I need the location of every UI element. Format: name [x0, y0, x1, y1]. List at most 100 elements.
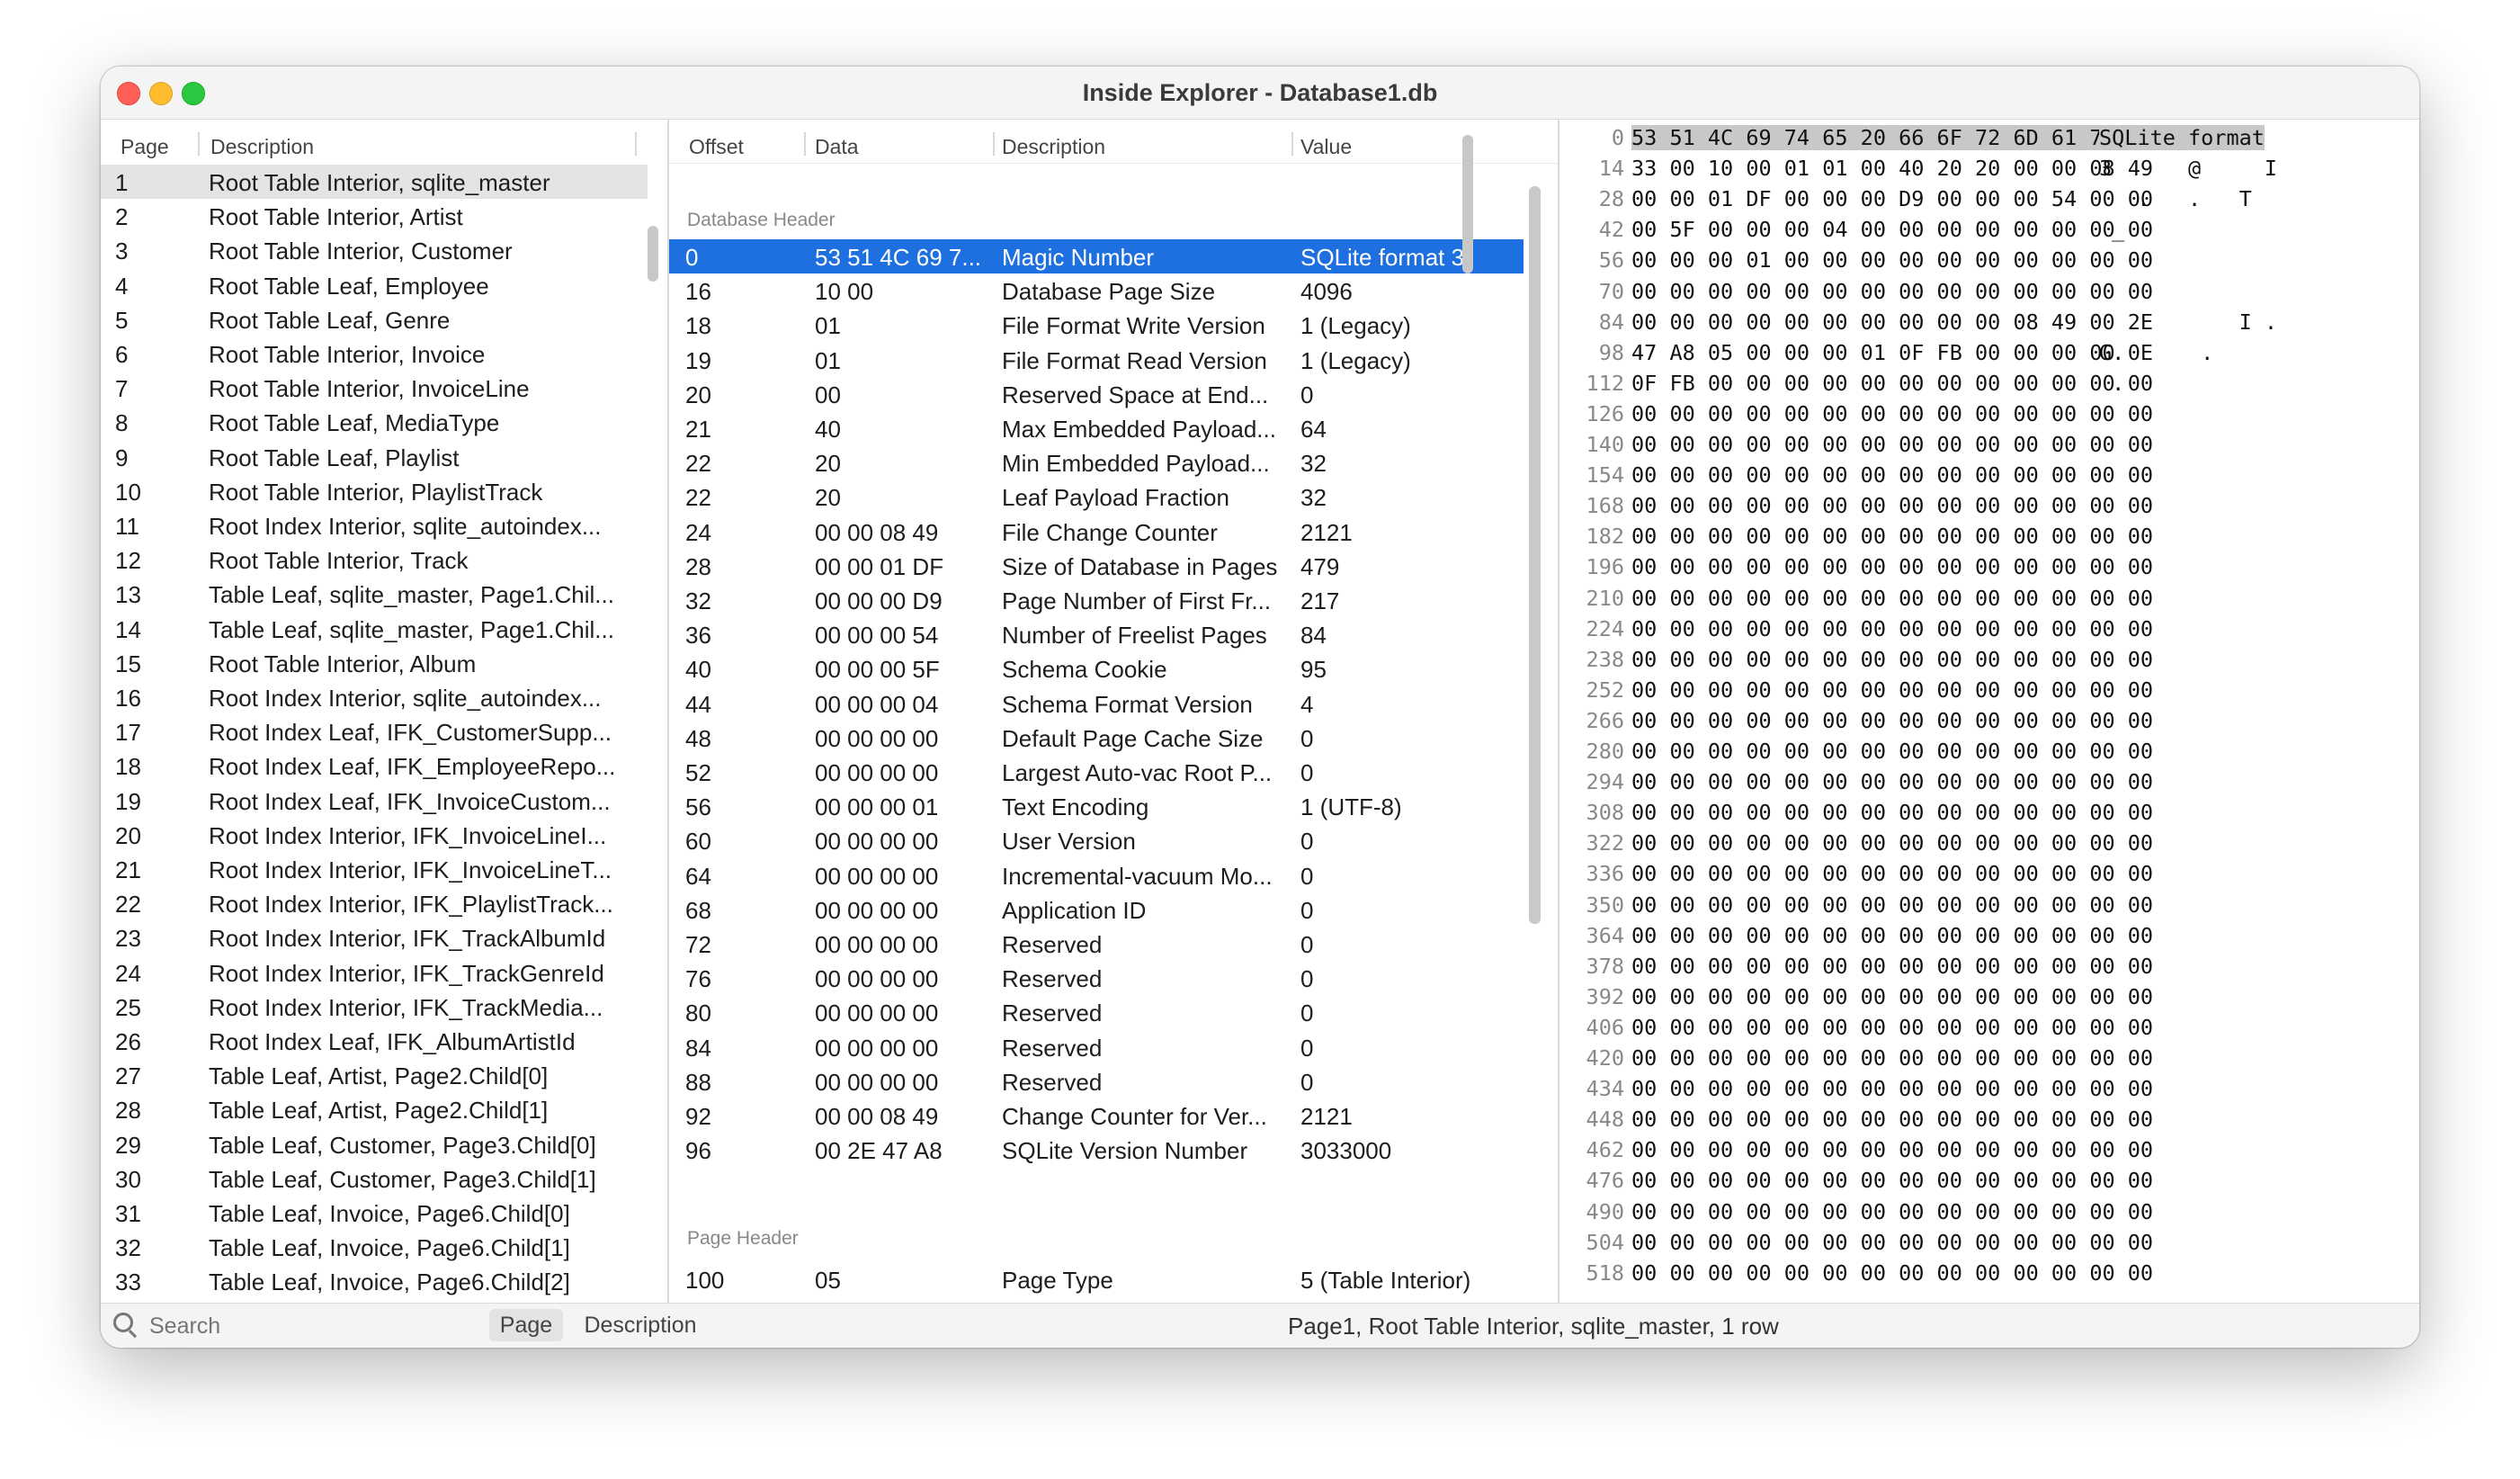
page-row[interactable]: 3 Root Table Interior, Customer	[101, 233, 648, 267]
page-row[interactable]: 8 Root Table Leaf, MediaType	[101, 405, 648, 439]
column-divider[interactable]	[198, 132, 200, 156]
page-row[interactable]: 6 Root Table Interior, Invoice	[101, 336, 648, 371]
hex-bytes[interactable]: 47 A8 05 00 00 00 01 0F FB 00 00 00 00 0…	[1631, 340, 2153, 365]
hex-ascii[interactable]: . . T	[2099, 186, 2251, 211]
page-row[interactable]: 4 Root Table Leaf, Employee	[101, 268, 648, 302]
page-row[interactable]: 28 Table Leaf, Artist, Page2.Child[1]	[101, 1092, 648, 1126]
field-row[interactable]: 22 20 Leaf Payload Fraction 32	[669, 480, 1524, 514]
page-row[interactable]: 10 Root Table Interior, PlaylistTrack	[101, 474, 648, 508]
page-row[interactable]: 33 Table Leaf, Invoice, Page6.Child[2]	[101, 1264, 648, 1298]
hex-bytes[interactable]: 00 00 00 00 00 00 00 00 00 00 00 00 00 0…	[1631, 1199, 2153, 1224]
hex-bytes[interactable]: 00 00 00 00 00 00 00 00 00 00 00 00 00 0…	[1631, 279, 2153, 304]
hex-bytes[interactable]: 00 00 00 00 00 00 00 00 00 00 00 00 00 0…	[1631, 1107, 2153, 1132]
page-row[interactable]: 18 Root Index Leaf, IFK_EmployeeRepo...	[101, 748, 648, 783]
field-row[interactable]: 80 00 00 00 00 Reserved 0	[669, 995, 1524, 1029]
column-divider[interactable]	[804, 132, 806, 156]
field-row[interactable]: 64 00 00 00 00 Incremental-vacuum Mo... 0	[669, 858, 1524, 892]
search-input[interactable]	[147, 1310, 412, 1342]
page-row[interactable]: 26 Root Index Leaf, IFK_AlbumArtistId	[101, 1024, 648, 1058]
hex-bytes[interactable]: 00 5F 00 00 00 04 00 00 00 00 00 00 00 0…	[1631, 217, 2153, 242]
field-row[interactable]: 100 05 Page Type 5 (Table Interior)	[669, 1262, 1524, 1296]
page-row[interactable]: 22 Root Index Interior, IFK_PlaylistTrack…	[101, 886, 648, 920]
field-row[interactable]: 0 53 51 4C 69 7... Magic Number SQLite form…	[669, 239, 1524, 273]
field-row[interactable]: 72 00 00 00 00 Reserved 0	[669, 927, 1524, 961]
hex-bytes[interactable]: 00 00 00 00 00 00 00 00 00 00 00 00 00 0…	[1631, 861, 2153, 886]
field-row[interactable]: 18 01 File Format Write Version 1 (Legacy)	[669, 308, 1524, 342]
hex-ascii[interactable]: I .	[2099, 309, 2277, 335]
field-row[interactable]: 96 00 2E 47 A8 SQLite Version Number 303300…	[669, 1133, 1524, 1167]
hex-ascii[interactable]: G. .	[2099, 340, 2213, 365]
page-row[interactable]: 12 Root Table Interior, Track	[101, 542, 648, 577]
hex-bytes[interactable]: 00 00 00 00 00 00 00 00 00 00 00 00 00 0…	[1631, 739, 2153, 764]
hex-bytes[interactable]: 00 00 01 DF 00 00 00 D9 00 00 00 54 00 0…	[1631, 186, 2153, 211]
fields-scrollbar[interactable]	[1529, 186, 1541, 924]
hex-bytes[interactable]: 00 00 00 00 00 00 00 00 00 00 00 00 00 0…	[1631, 892, 2153, 918]
field-row[interactable]: 56 00 00 00 01 Text Encoding 1 (UTF-8)	[669, 789, 1524, 823]
field-row[interactable]: 21 40 Max Embedded Payload... 64	[669, 411, 1524, 445]
hex-bytes[interactable]: 00 00 00 00 00 00 00 00 00 00 00 00 00 0…	[1631, 800, 2153, 825]
field-row[interactable]: 24 00 00 08 49 File Change Counter 2121	[669, 515, 1524, 549]
page-row[interactable]: 2 Root Table Interior, Artist	[101, 199, 648, 233]
pages-scrollbar[interactable]	[648, 226, 658, 282]
column-divider[interactable]	[993, 132, 995, 156]
page-row[interactable]: 30 Table Leaf, Customer, Page3.Child[1]	[101, 1161, 648, 1196]
hex-bytes[interactable]: 00 00 00 00 00 00 00 00 00 00 00 00 00 0…	[1631, 708, 2153, 733]
page-row[interactable]: 19 Root Index Leaf, IFK_InvoiceCustom...	[101, 784, 648, 818]
field-row[interactable]: 92 00 00 08 49 Change Counter for Ver... 21…	[669, 1098, 1524, 1133]
field-row[interactable]: 40 00 00 00 5F Schema Cookie 95	[669, 651, 1524, 686]
hex-bytes[interactable]: 33 00 10 00 01 01 00 40 20 20 00 00 08 4…	[1631, 156, 2153, 181]
page-row[interactable]: 32 Table Leaf, Invoice, Page6.Child[1]	[101, 1230, 648, 1264]
page-row[interactable]: 31 Table Leaf, Invoice, Page6.Child[0]	[101, 1196, 648, 1230]
field-row[interactable]: 22 20 Min Embedded Payload... 32	[669, 445, 1524, 480]
hex-bytes[interactable]: 00 00 00 00 00 00 00 00 00 00 00 00 00 0…	[1631, 1076, 2153, 1101]
hex-bytes[interactable]: 00 00 00 00 00 00 00 00 00 00 00 00 00 0…	[1631, 984, 2153, 1009]
column-header-description[interactable]: Description	[1002, 135, 1105, 159]
column-divider[interactable]	[635, 132, 637, 156]
hex-ascii[interactable]: _	[2099, 217, 2124, 242]
page-row[interactable]: 1 Root Table Interior, sqlite_master	[101, 165, 648, 199]
field-row[interactable]: 28 00 00 01 DF Size of Database in Pages 47…	[669, 549, 1524, 583]
page-row[interactable]: 23 Root Index Interior, IFK_TrackAlbumId	[101, 920, 648, 955]
hex-bytes[interactable]: 00 00 00 00 00 00 00 00 00 00 00 00 00 0…	[1631, 432, 2153, 457]
field-row[interactable]: 32 00 00 00 D9 Page Number of First Fr... 2…	[669, 583, 1524, 617]
field-row[interactable]: 19 01 File Format Read Version 1 (Legacy)	[669, 343, 1524, 377]
hex-bytes[interactable]: 0F FB 00 00 00 00 00 00 00 00 00 00 00 0…	[1631, 371, 2153, 396]
hex-bytes[interactable]: 00 00 00 00 00 00 00 00 00 00 00 00 00 0…	[1631, 954, 2153, 979]
page-row[interactable]: 11 Root Index Interior, sqlite_autoindex.…	[101, 508, 648, 542]
field-row[interactable]: 36 00 00 00 54 Number of Freelist Pages 84	[669, 617, 1524, 651]
page-row[interactable]: 24 Root Index Interior, IFK_TrackGenreId	[101, 955, 648, 990]
hex-bytes[interactable]: 00 00 00 00 00 00 00 00 00 00 00 00 00 0…	[1631, 769, 2153, 794]
hex-bytes[interactable]: 00 00 00 00 00 00 00 00 00 00 00 00 00 0…	[1631, 586, 2153, 611]
hex-ascii[interactable]: .	[2099, 371, 2124, 396]
hex-bytes[interactable]: 00 00 00 00 00 00 00 00 00 00 00 00 00 0…	[1631, 493, 2153, 518]
page-row[interactable]: 15 Root Table Interior, Album	[101, 646, 648, 680]
column-header-value[interactable]: Value	[1300, 135, 1352, 159]
field-row[interactable]: 20 00 Reserved Space at End... 0	[669, 377, 1524, 411]
hex-bytes[interactable]: 00 00 00 00 00 00 00 00 00 00 00 00 00 0…	[1631, 1230, 2153, 1255]
hex-bytes[interactable]: 00 00 00 00 00 00 00 00 00 00 00 00 00 0…	[1631, 1260, 2153, 1286]
hex-bytes[interactable]: 00 00 00 01 00 00 00 00 00 00 00 00 00 0…	[1631, 247, 2153, 273]
page-row[interactable]: 21 Root Index Interior, IFK_InvoiceLineT.…	[101, 852, 648, 886]
hex-bytes[interactable]: 00 00 00 00 00 00 00 00 00 00 00 00 00 0…	[1631, 401, 2153, 426]
hex-bytes[interactable]: 00 00 00 00 00 00 00 00 00 00 00 00 00 0…	[1631, 647, 2153, 672]
field-row[interactable]: 84 00 00 00 00 Reserved 0	[669, 1030, 1524, 1064]
column-divider[interactable]	[1291, 132, 1293, 156]
search-field[interactable]	[113, 1310, 412, 1342]
column-header-data[interactable]: Data	[815, 135, 859, 159]
hex-ascii[interactable]: SQLite format	[2099, 125, 2265, 150]
scope-page-button[interactable]: Page	[489, 1309, 563, 1341]
hex-bytes[interactable]: 00 00 00 00 00 00 00 00 00 00 00 00 00 0…	[1631, 554, 2153, 579]
page-row[interactable]: 25 Root Index Interior, IFK_TrackMedia...	[101, 990, 648, 1024]
hex-bytes[interactable]: 00 00 00 00 00 00 00 00 00 00 00 00 00 0…	[1631, 1045, 2153, 1071]
field-row[interactable]: 68 00 00 00 00 Application ID 0	[669, 892, 1524, 927]
column-header-page[interactable]: Page	[121, 135, 169, 159]
hex-bytes[interactable]: 00 00 00 00 00 00 00 00 00 00 00 00 00 0…	[1631, 677, 2153, 703]
hex-ascii[interactable]: 3 @ I	[2099, 156, 2277, 181]
hex-view[interactable]: 0 53 51 4C 69 74 65 20 66 6F 72 6D 61 74 …	[1559, 120, 2419, 1303]
hex-bytes[interactable]: 00 00 00 00 00 00 00 00 00 00 00 00 00 0…	[1631, 616, 2153, 641]
page-row[interactable]: 7 Root Table Interior, InvoiceLine	[101, 371, 648, 405]
page-row[interactable]: 14 Table Leaf, sqlite_master, Page1.Chil.…	[101, 612, 648, 646]
scope-description-button[interactable]: Description	[572, 1309, 709, 1341]
field-row[interactable]: 52 00 00 00 00 Largest Auto-vac Root P... 0	[669, 755, 1524, 789]
field-row[interactable]: 88 00 00 00 00 Reserved 0	[669, 1064, 1524, 1098]
